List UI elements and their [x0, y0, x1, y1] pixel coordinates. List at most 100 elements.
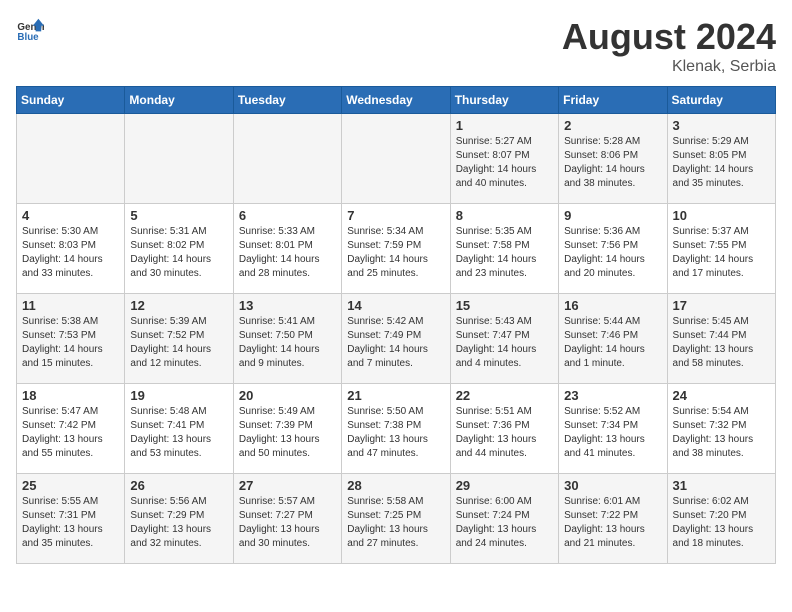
calendar-cell: 11Sunrise: 5:38 AM Sunset: 7:53 PM Dayli… — [17, 294, 125, 384]
calendar-table: Sunday Monday Tuesday Wednesday Thursday… — [16, 86, 776, 564]
calendar-cell — [342, 114, 450, 204]
day-info: Sunrise: 5:36 AM Sunset: 7:56 PM Dayligh… — [564, 225, 661, 281]
day-number: 24 — [673, 388, 770, 403]
calendar-cell: 3 Sunrise: 5:29 AM Sunset: 8:05 PM Daylig… — [667, 114, 775, 204]
calendar-cell: 5 Sunrise: 5:31 AM Sunset: 8:02 PM Daylig… — [125, 204, 233, 294]
calendar-cell: 23 Sunrise: 5:52 AM Sunset: 7:34 PM Dayli… — [559, 384, 667, 474]
calendar-cell: 19Sunrise: 5:48 AM Sunset: 7:41 PM Dayli… — [125, 384, 233, 474]
day-info: Sunrise: 5:57 AM Sunset: 7:27 PM Dayligh… — [239, 495, 336, 551]
day-info: Sunrise: 5:58 AM Sunset: 7:25 PM Dayligh… — [347, 495, 444, 551]
day-info: Sunrise: 6:00 AM Sunset: 7:24 PM Dayligh… — [456, 495, 553, 551]
title-area: August 2024 Klenak, Serbia — [562, 16, 776, 76]
calendar-cell — [125, 114, 233, 204]
col-saturday: Saturday — [667, 87, 775, 114]
day-number: 19 — [130, 388, 227, 403]
day-info: Sunrise: 5:44 AM Sunset: 7:46 PM Dayligh… — [564, 315, 661, 371]
logo: General Blue — [16, 16, 44, 44]
day-number: 18 — [22, 388, 119, 403]
day-number: 23 — [564, 388, 661, 403]
calendar-week-row: 18 Sunrise: 5:47 AM Sunset: 7:42 PM Dayli… — [17, 384, 776, 474]
day-info: Sunrise: 5:49 AM Sunset: 7:39 PM Dayligh… — [239, 405, 336, 461]
day-info: Sunrise: 5:30 AM Sunset: 8:03 PM Dayligh… — [22, 225, 119, 281]
day-info: Sunrise: 5:47 AM Sunset: 7:42 PM Dayligh… — [22, 405, 119, 461]
calendar-cell: 10 Sunrise: 5:37 AM Sunset: 7:55 PM Dayli… — [667, 204, 775, 294]
calendar-cell: 26 Sunrise: 5:56 AM Sunset: 7:29 PM Dayli… — [125, 474, 233, 564]
calendar-cell: 1 Sunrise: 5:27 AM Sunset: 8:07 PM Daylig… — [450, 114, 558, 204]
day-number: 8 — [456, 208, 553, 223]
day-number: 16 — [564, 298, 661, 313]
calendar-cell: 27 Sunrise: 5:57 AM Sunset: 7:27 PM Dayli… — [233, 474, 341, 564]
logo-icon: General Blue — [16, 16, 44, 44]
day-info: Sunrise: 6:01 AM Sunset: 7:22 PM Dayligh… — [564, 495, 661, 551]
day-info: Sunrise: 5:50 AM Sunset: 7:38 PM Dayligh… — [347, 405, 444, 461]
day-number: 31 — [673, 478, 770, 493]
day-number: 22 — [456, 388, 553, 403]
day-info: Sunrise: 5:51 AM Sunset: 7:36 PM Dayligh… — [456, 405, 553, 461]
calendar-cell: 25Sunrise: 5:55 AM Sunset: 7:31 PM Dayli… — [17, 474, 125, 564]
calendar-cell: 18 Sunrise: 5:47 AM Sunset: 7:42 PM Dayli… — [17, 384, 125, 474]
day-number: 2 — [564, 118, 661, 133]
day-number: 14 — [347, 298, 444, 313]
day-info: Sunrise: 5:54 AM Sunset: 7:32 PM Dayligh… — [673, 405, 770, 461]
day-number: 13 — [239, 298, 336, 313]
day-info: Sunrise: 5:35 AM Sunset: 7:58 PM Dayligh… — [456, 225, 553, 281]
day-number: 15 — [456, 298, 553, 313]
calendar-cell: 17 Sunrise: 5:45 AM Sunset: 7:44 PM Dayli… — [667, 294, 775, 384]
calendar-cell: 22 Sunrise: 5:51 AM Sunset: 7:36 PM Dayli… — [450, 384, 558, 474]
calendar-cell: 7Sunrise: 5:34 AM Sunset: 7:59 PM Daylig… — [342, 204, 450, 294]
calendar-cell: 24 Sunrise: 5:54 AM Sunset: 7:32 PM Dayli… — [667, 384, 775, 474]
calendar-cell: 20 Sunrise: 5:49 AM Sunset: 7:39 PM Dayli… — [233, 384, 341, 474]
day-number: 3 — [673, 118, 770, 133]
day-number: 28 — [347, 478, 444, 493]
day-number: 1 — [456, 118, 553, 133]
day-info: Sunrise: 5:45 AM Sunset: 7:44 PM Dayligh… — [673, 315, 770, 371]
col-thursday: Thursday — [450, 87, 558, 114]
calendar-cell: 14Sunrise: 5:42 AM Sunset: 7:49 PM Dayli… — [342, 294, 450, 384]
month-year-title: August 2024 — [562, 16, 776, 58]
day-number: 12 — [130, 298, 227, 313]
day-info: Sunrise: 5:55 AM Sunset: 7:31 PM Dayligh… — [22, 495, 119, 551]
calendar-cell — [17, 114, 125, 204]
svg-text:Blue: Blue — [17, 32, 39, 43]
day-info: Sunrise: 5:56 AM Sunset: 7:29 PM Dayligh… — [130, 495, 227, 551]
day-number: 20 — [239, 388, 336, 403]
calendar-cell: 28 Sunrise: 5:58 AM Sunset: 7:25 PM Dayli… — [342, 474, 450, 564]
day-number: 5 — [130, 208, 227, 223]
calendar-cell: 6Sunrise: 5:33 AM Sunset: 8:01 PM Daylig… — [233, 204, 341, 294]
day-info: Sunrise: 6:02 AM Sunset: 7:20 PM Dayligh… — [673, 495, 770, 551]
calendar-week-row: 11Sunrise: 5:38 AM Sunset: 7:53 PM Dayli… — [17, 294, 776, 384]
day-number: 9 — [564, 208, 661, 223]
col-tuesday: Tuesday — [233, 87, 341, 114]
day-number: 17 — [673, 298, 770, 313]
calendar-cell: 15 Sunrise: 5:43 AM Sunset: 7:47 PM Dayli… — [450, 294, 558, 384]
col-sunday: Sunday — [17, 87, 125, 114]
calendar-cell: 29Sunrise: 6:00 AM Sunset: 7:24 PM Dayli… — [450, 474, 558, 564]
day-info: Sunrise: 5:39 AM Sunset: 7:52 PM Dayligh… — [130, 315, 227, 371]
day-info: Sunrise: 5:41 AM Sunset: 7:50 PM Dayligh… — [239, 315, 336, 371]
day-info: Sunrise: 5:52 AM Sunset: 7:34 PM Dayligh… — [564, 405, 661, 461]
day-number: 7 — [347, 208, 444, 223]
day-info: Sunrise: 5:31 AM Sunset: 8:02 PM Dayligh… — [130, 225, 227, 281]
day-info: Sunrise: 5:27 AM Sunset: 8:07 PM Dayligh… — [456, 135, 553, 191]
day-number: 26 — [130, 478, 227, 493]
calendar-cell: 30 Sunrise: 6:01 AM Sunset: 7:22 PM Dayli… — [559, 474, 667, 564]
calendar-week-row: 1 Sunrise: 5:27 AM Sunset: 8:07 PM Daylig… — [17, 114, 776, 204]
calendar-cell: 31 Sunrise: 6:02 AM Sunset: 7:20 PM Dayli… — [667, 474, 775, 564]
calendar-cell: 8 Sunrise: 5:35 AM Sunset: 7:58 PM Daylig… — [450, 204, 558, 294]
calendar-week-row: 25Sunrise: 5:55 AM Sunset: 7:31 PM Dayli… — [17, 474, 776, 564]
calendar-cell — [233, 114, 341, 204]
col-monday: Monday — [125, 87, 233, 114]
day-info: Sunrise: 5:43 AM Sunset: 7:47 PM Dayligh… — [456, 315, 553, 371]
day-number: 11 — [22, 298, 119, 313]
day-number: 4 — [22, 208, 119, 223]
location-subtitle: Klenak, Serbia — [562, 58, 776, 76]
calendar-cell: 12 Sunrise: 5:39 AM Sunset: 7:52 PM Dayli… — [125, 294, 233, 384]
day-info: Sunrise: 5:29 AM Sunset: 8:05 PM Dayligh… — [673, 135, 770, 191]
day-number: 30 — [564, 478, 661, 493]
calendar-cell: 16 Sunrise: 5:44 AM Sunset: 7:46 PM Dayli… — [559, 294, 667, 384]
page-header: General Blue August 2024 Klenak, Serbia — [16, 16, 776, 76]
day-number: 10 — [673, 208, 770, 223]
day-info: Sunrise: 5:37 AM Sunset: 7:55 PM Dayligh… — [673, 225, 770, 281]
calendar-cell: 13 Sunrise: 5:41 AM Sunset: 7:50 PM Dayli… — [233, 294, 341, 384]
day-number: 27 — [239, 478, 336, 493]
